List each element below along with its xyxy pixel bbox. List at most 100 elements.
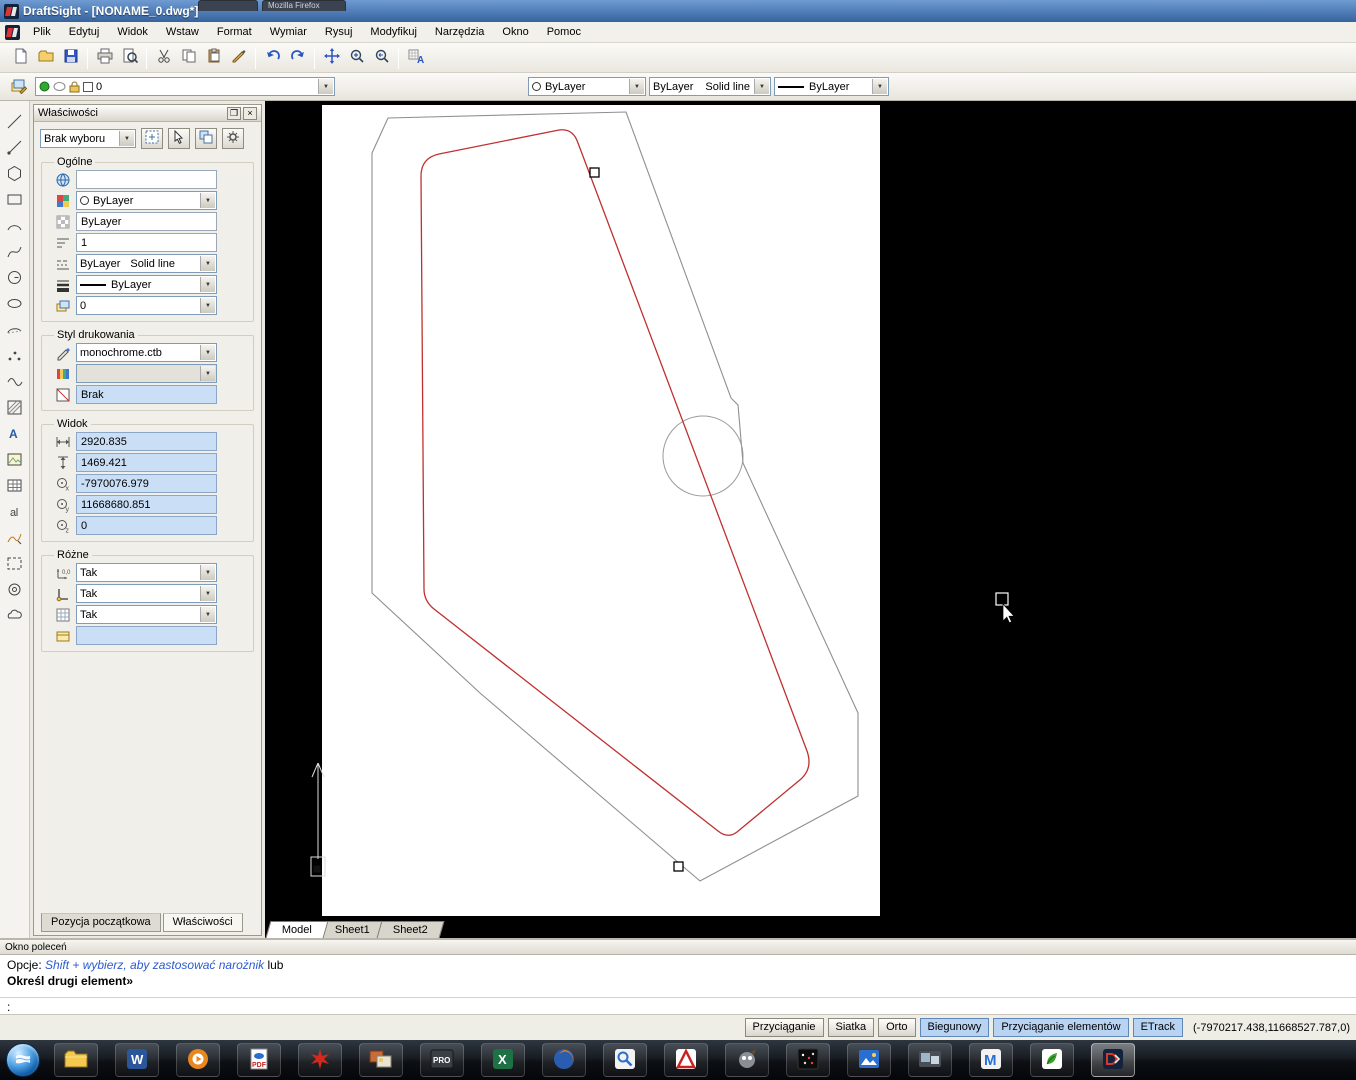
taskbar-dark-app-button[interactable] xyxy=(786,1043,830,1077)
quick-select-button[interactable] xyxy=(195,128,217,149)
misc-row2-combo[interactable]: Tak ▼ xyxy=(76,584,217,603)
title-bar[interactable]: DraftSight - [NONAME_0.dwg*] Mozilla Fir… xyxy=(0,0,1356,22)
line-style-combo[interactable]: ByLayer Solid line ▼ xyxy=(649,77,771,96)
tool-boundary-button[interactable] xyxy=(3,553,27,577)
tool-circle-button[interactable] xyxy=(3,267,27,291)
tool-polygon-button[interactable] xyxy=(3,163,27,187)
tool-ring-button[interactable] xyxy=(3,579,27,603)
tool-spline-button[interactable] xyxy=(3,241,27,265)
taskbar-gimp-button[interactable] xyxy=(725,1043,769,1077)
print-style-table-combo[interactable]: ▼ xyxy=(76,364,217,383)
taskbar-pdf-viewer-button[interactable]: PDF xyxy=(237,1043,281,1077)
menu-item-pomoc[interactable]: Pomoc xyxy=(538,22,590,43)
misc-row4-field[interactable] xyxy=(76,626,217,645)
palette-header[interactable]: Właściwości ❐ × xyxy=(34,105,261,122)
pan-button[interactable] xyxy=(319,46,344,70)
menu-item-rysuj[interactable]: Rysuj xyxy=(316,22,362,43)
tool-rectangle-button[interactable] xyxy=(3,189,27,213)
tab-pozycja-poczatkowa[interactable]: Pozycja początkowa xyxy=(41,913,161,932)
command-window[interactable]: Okno poleceń Opcje: Shift + wybierz, aby… xyxy=(0,938,1356,1014)
grip-handle-bottom[interactable] xyxy=(674,862,683,871)
taskbar-browser-image-button[interactable] xyxy=(847,1043,891,1077)
format-painter-button[interactable] xyxy=(226,46,251,70)
property-linestyle-combo[interactable]: ByLayer Solid line ▼ xyxy=(76,254,217,273)
annotation-style-button[interactable]: A xyxy=(403,46,428,70)
ortho-toggle-button[interactable]: Orto xyxy=(878,1018,915,1037)
etrack-toggle-button[interactable]: ETrack xyxy=(1133,1018,1183,1037)
tab-model[interactable]: Model xyxy=(266,921,329,938)
taskbar-draftsight-button[interactable] xyxy=(1091,1043,1135,1077)
tab-wlasciwosci[interactable]: Właściwości xyxy=(163,913,243,932)
command-input[interactable]: : xyxy=(0,997,1356,1014)
misc-row3-combo[interactable]: Tak ▼ xyxy=(76,605,217,624)
new-file-button[interactable] xyxy=(8,46,33,70)
command-option-link[interactable]: Shift + wybierz, aby zastosować narożnik xyxy=(45,958,264,972)
tool-ellipse-button[interactable] xyxy=(3,293,27,317)
tool-point-button[interactable] xyxy=(3,345,27,369)
tool-infinite-line-button[interactable] xyxy=(3,137,27,161)
property-color-combo[interactable]: ByLayer ▼ xyxy=(76,191,217,210)
start-button[interactable] xyxy=(6,1043,40,1077)
taskbar-search-button[interactable] xyxy=(603,1043,647,1077)
view-height-field[interactable]: 1469.421 xyxy=(76,453,217,472)
grid-toggle-button[interactable]: Siatka xyxy=(828,1018,875,1037)
taskbar-autodesk-button[interactable] xyxy=(664,1043,708,1077)
save-button[interactable] xyxy=(58,46,83,70)
snap-toggle-button[interactable]: Przyciąganie xyxy=(745,1018,824,1037)
view-center-z-field[interactable]: 0 xyxy=(76,516,217,535)
undo-button[interactable] xyxy=(260,46,285,70)
hyperlink-field[interactable] xyxy=(76,170,217,189)
taskbar-screens-app-button[interactable] xyxy=(908,1043,952,1077)
taskbar-word-button[interactable]: W xyxy=(115,1043,159,1077)
menu-item-wstaw[interactable]: Wstaw xyxy=(157,22,208,43)
tool-sketch-button[interactable] xyxy=(3,527,27,551)
menu-item-wymiar[interactable]: Wymiar xyxy=(261,22,316,43)
taskbar-explorer-button[interactable] xyxy=(54,1043,98,1077)
taskbar-excel-button[interactable]: X xyxy=(481,1043,525,1077)
menu-item-widok[interactable]: Widok xyxy=(108,22,157,43)
polar-toggle-button[interactable]: Biegunowy xyxy=(920,1018,990,1037)
menu-item-plik[interactable]: Plik xyxy=(24,22,60,43)
paste-button[interactable] xyxy=(201,46,226,70)
selection-filter-combo[interactable]: Brak wyboru ▼ xyxy=(40,129,136,148)
select-grid-button[interactable] xyxy=(141,128,163,149)
property-linescale-field[interactable]: 1 xyxy=(76,233,217,252)
property-linestyle-field[interactable]: ByLayer xyxy=(76,212,217,231)
taskbar-green-app-button[interactable] xyxy=(1030,1043,1074,1077)
menu-item-modyfikuj[interactable]: Modyfikuj xyxy=(361,22,425,43)
tab-sheet2[interactable]: Sheet2 xyxy=(376,921,444,938)
close-palette-icon[interactable]: × xyxy=(243,107,257,120)
redo-button[interactable] xyxy=(285,46,310,70)
menu-item-edytuj[interactable]: Edytuj xyxy=(60,22,109,43)
zoom-in-button[interactable] xyxy=(344,46,369,70)
line-color-combo[interactable]: ByLayer ▼ xyxy=(528,77,646,96)
tool-note-button[interactable]: a xyxy=(3,501,27,525)
esnap-toggle-button[interactable]: Przyciąganie elementów xyxy=(993,1018,1128,1037)
view-center-x-field[interactable]: -7970076.979 xyxy=(76,474,217,493)
tool-hatch-button[interactable] xyxy=(3,397,27,421)
taskbar-adobe-reader-button[interactable] xyxy=(298,1043,342,1077)
print-style-combo[interactable]: monochrome.ctb ▼ xyxy=(76,343,217,362)
property-lineweight-combo[interactable]: ByLayer ▼ xyxy=(76,275,217,294)
tool-elliptical-arc-button[interactable] xyxy=(3,319,27,343)
print-button[interactable] xyxy=(92,46,117,70)
tool-image-button[interactable] xyxy=(3,449,27,473)
layers-manager-button[interactable] xyxy=(6,75,31,99)
cut-button[interactable] xyxy=(151,46,176,70)
menu-item-narzedzia[interactable]: Narzędzia xyxy=(426,22,494,43)
taskbar-video-editor-button[interactable]: PRO xyxy=(420,1043,464,1077)
view-width-field[interactable]: 2920.835 xyxy=(76,432,217,451)
float-palette-icon[interactable]: ❐ xyxy=(227,107,241,120)
command-window-header[interactable]: Okno poleceń xyxy=(0,940,1356,955)
print-style-none-field[interactable]: Brak xyxy=(76,385,217,404)
view-center-y-field[interactable]: 11668680.851 xyxy=(76,495,217,514)
grip-handle-top[interactable] xyxy=(590,168,599,177)
print-preview-button[interactable] xyxy=(117,46,142,70)
tool-wave-button[interactable] xyxy=(3,371,27,395)
model-space[interactable] xyxy=(265,101,1356,938)
tool-line-button[interactable] xyxy=(3,111,27,135)
zoom-previous-button[interactable] xyxy=(369,46,394,70)
line-weight-combo[interactable]: ByLayer ▼ xyxy=(774,77,889,96)
taskbar-maxthon-button[interactable]: M xyxy=(969,1043,1013,1077)
active-layer-combo[interactable]: 0 ▼ xyxy=(35,77,335,96)
